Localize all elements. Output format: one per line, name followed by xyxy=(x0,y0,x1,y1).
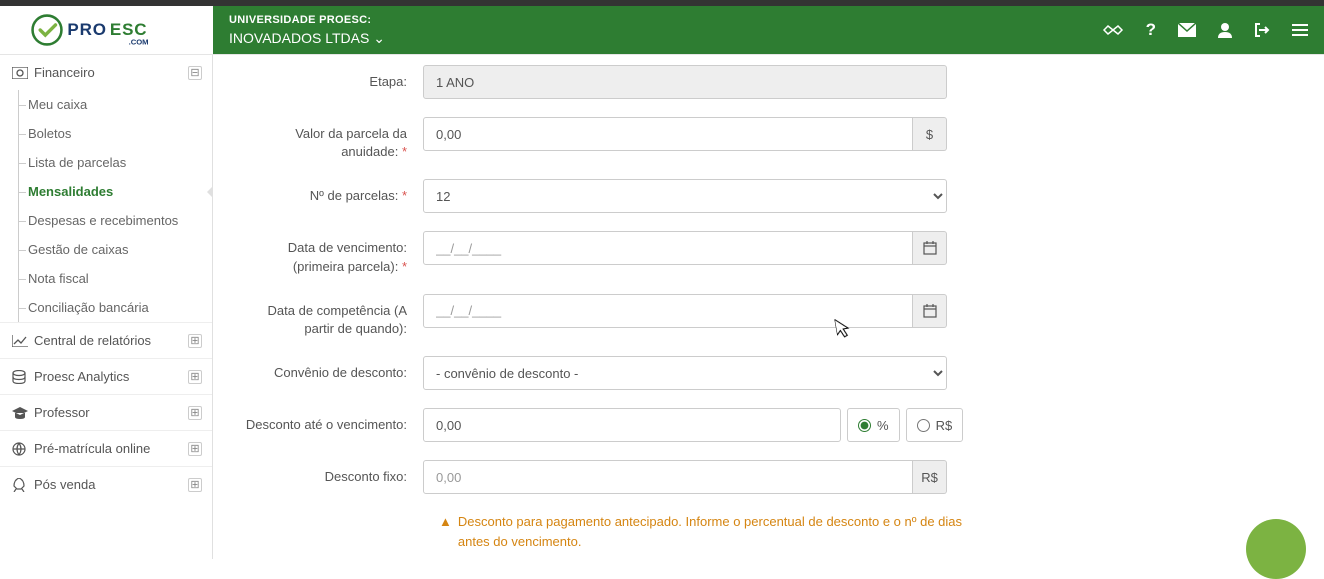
sidebar-item-gestao-caixas[interactable]: Gestão de caixas xyxy=(0,235,212,264)
currency-addon-rs: R$ xyxy=(913,460,947,494)
sidebar-relatorios[interactable]: Central de relatórios ⊞ xyxy=(0,322,212,358)
sidebar-item-conciliacao[interactable]: Conciliação bancária xyxy=(0,293,212,322)
university-label: UNIVERSIDADE PROESC: xyxy=(229,13,385,27)
desc-venc-input[interactable] xyxy=(423,408,841,442)
sidebar-professor[interactable]: Professor ⊞ xyxy=(0,394,212,430)
logo: PRO ESC .COM xyxy=(0,6,213,54)
sidebar-item-despesas[interactable]: Despesas e recebimentos xyxy=(0,206,212,235)
mail-icon[interactable] xyxy=(1178,23,1196,37)
expand-icon: ⊞ xyxy=(188,406,202,420)
expand-icon: ⊞ xyxy=(188,478,202,492)
fab-button[interactable] xyxy=(1246,519,1306,579)
collapse-icon: ⊟ xyxy=(188,66,202,80)
sidebar-item-lista-parcelas[interactable]: Lista de parcelas xyxy=(0,148,212,177)
desc-venc-pct-radio[interactable]: % xyxy=(847,408,900,442)
data-venc-label: Data de vencimento: (primeira parcela): … xyxy=(243,231,423,275)
menu-icon[interactable] xyxy=(1292,23,1308,37)
graduation-cap-icon xyxy=(12,407,34,419)
desc-fixo-label: Desconto fixo: xyxy=(243,460,423,486)
expand-icon: ⊞ xyxy=(188,442,202,456)
data-venc-input[interactable] xyxy=(423,231,913,265)
etapa-input xyxy=(423,65,947,99)
sidebar-item-nota-fiscal[interactable]: Nota fiscal xyxy=(0,264,212,293)
handshake-icon[interactable] xyxy=(1102,22,1124,38)
warning-text: ▲ Desconto para pagamento antecipado. In… xyxy=(439,512,963,551)
logout-icon[interactable] xyxy=(1254,22,1270,38)
data-comp-input[interactable] xyxy=(423,294,913,328)
calendar-icon[interactable] xyxy=(913,231,947,265)
expand-icon: ⊞ xyxy=(188,370,202,384)
svg-text:.COM: .COM xyxy=(129,37,149,46)
database-icon xyxy=(12,370,34,384)
valor-parcela-input[interactable] xyxy=(423,117,913,151)
sidebar-prematricula[interactable]: Pré-matrícula online ⊞ xyxy=(0,430,212,466)
globe-icon xyxy=(12,442,34,456)
user-icon[interactable] xyxy=(1218,22,1232,38)
money-icon xyxy=(12,67,34,79)
sidebar-posvenda[interactable]: Pós venda ⊞ xyxy=(0,466,212,502)
desc-venc-rs-radio[interactable]: R$ xyxy=(906,408,964,442)
rocket-icon xyxy=(12,478,34,492)
sidebar-item-boletos[interactable]: Boletos xyxy=(0,119,212,148)
desc-venc-label: Desconto até o vencimento: xyxy=(243,408,423,434)
help-icon[interactable]: ? xyxy=(1146,20,1156,40)
sidebar-item-mensalidades[interactable]: Mensalidades xyxy=(0,177,212,206)
expand-icon: ⊞ xyxy=(188,334,202,348)
valor-parcela-label: Valor da parcela da anuidade: * xyxy=(243,117,423,161)
convenio-select[interactable]: - convênio de desconto - xyxy=(423,356,947,390)
sidebar-item-meu-caixa[interactable]: Meu caixa xyxy=(0,90,212,119)
data-comp-label: Data de competência (A partir de quando)… xyxy=(243,294,423,338)
chevron-down-icon: ⌄ xyxy=(373,29,385,47)
convenio-label: Convênio de desconto: xyxy=(243,356,423,382)
svg-text:PRO: PRO xyxy=(67,20,106,39)
n-parcelas-label: Nº de parcelas: * xyxy=(243,179,423,205)
sidebar-analytics[interactable]: Proesc Analytics ⊞ xyxy=(0,358,212,394)
desc-fixo-input[interactable] xyxy=(423,460,913,494)
n-parcelas-select[interactable]: 12 xyxy=(423,179,947,213)
chart-line-icon xyxy=(12,335,34,347)
sidebar-financeiro[interactable]: Financeiro ⊟ xyxy=(0,55,212,90)
warning-icon: ▲ xyxy=(439,512,452,551)
etapa-label: Etapa: xyxy=(243,65,423,91)
tenant-selector[interactable]: INOVADADOS LTDAS ⌄ xyxy=(229,29,385,47)
currency-addon: $ xyxy=(913,117,947,151)
calendar-icon[interactable] xyxy=(913,294,947,328)
svg-text:ESC: ESC xyxy=(110,20,148,39)
